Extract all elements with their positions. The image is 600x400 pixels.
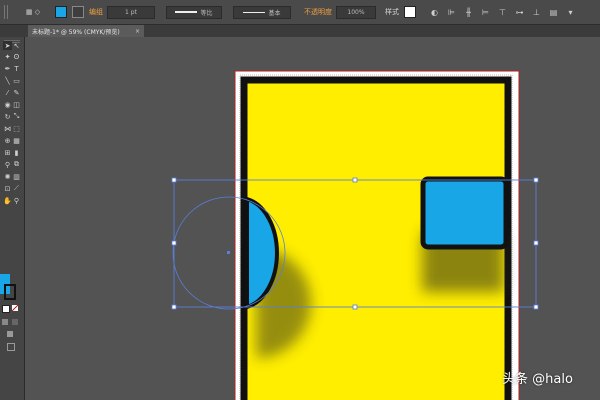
artboard-tool-icon[interactable]: ⊡	[3, 184, 12, 193]
panel-grip[interactable]	[4, 5, 10, 19]
more-options-icon[interactable]: ▾	[565, 7, 576, 18]
brush-definition-label: 基本	[268, 9, 281, 17]
eyedropper-tool-icon[interactable]: ⚲	[3, 160, 12, 169]
shape-builder-tool-icon[interactable]: ⊕	[3, 136, 12, 145]
stroke-profile-preview-icon	[175, 11, 198, 13]
none-color-icon[interactable]	[12, 305, 18, 311]
stroke-profile-label: 等比	[200, 9, 213, 17]
recolor-artwork-icon[interactable]: ◐	[429, 7, 440, 18]
selection-label[interactable]: 编组	[89, 6, 103, 18]
rotate-tool-icon[interactable]: ↻	[3, 112, 12, 121]
selection-tool-icon[interactable]: ➤	[3, 41, 12, 50]
center-point	[227, 251, 230, 254]
brush-preview-icon	[243, 11, 266, 13]
control-bar: ▦ ◇ 编组 1 pt 等比 基本 不透明度 100% 样式 ◐ ⊫ ╫ ⊨ ⊤…	[0, 0, 600, 25]
width-tool-icon[interactable]: ⋈	[3, 124, 12, 133]
zoom-tool-icon[interactable]: ⚲	[12, 196, 21, 205]
style-label: 样式	[385, 8, 399, 16]
column-graph-tool-icon[interactable]: ▥	[12, 172, 21, 181]
canvas-area[interactable]	[25, 37, 600, 400]
watermark: 头条 @halo	[502, 372, 573, 387]
line-tool-icon[interactable]: ╲	[3, 76, 12, 85]
gradient-tool-icon[interactable]: ▮	[12, 148, 21, 157]
slice-tool-icon[interactable]: ⟋	[12, 184, 21, 193]
blend-tool-icon[interactable]: ⧉	[12, 160, 21, 169]
document-tab-title: 未标题-1* @ 59% (CMYK/预览)	[32, 28, 120, 36]
document-tab-bar: 未标题-1* @ 59% (CMYK/预览) ×	[0, 25, 600, 37]
artwork-svg	[171, 70, 539, 400]
opacity-label[interactable]: 不透明度	[304, 6, 332, 18]
selection-type-label: ▦ ◇	[25, 8, 41, 16]
blue-rectangle[interactable]	[420, 176, 509, 250]
align-right-icon[interactable]: ⊨	[480, 7, 491, 18]
align-bottom-icon[interactable]: ⊥	[531, 7, 542, 18]
graphic-style-swatch[interactable]	[404, 6, 416, 18]
direct-selection-tool-icon[interactable]: ↖	[12, 41, 21, 50]
blob-brush-tool-icon[interactable]: ◉	[3, 100, 12, 109]
align-center-icon[interactable]: ╫	[463, 7, 474, 18]
eraser-tool-icon[interactable]: ◫	[12, 100, 21, 109]
brush-definition-dropdown[interactable]: 基本	[233, 5, 291, 19]
hand-tool-icon[interactable]: ✋	[3, 196, 12, 205]
pen-tool-icon[interactable]: ✒	[3, 64, 12, 73]
default-colors-icon[interactable]	[2, 305, 10, 313]
lasso-tool-icon[interactable]: ʘ	[12, 52, 21, 61]
align-middle-icon[interactable]: ⊶	[514, 7, 525, 18]
scale-tool-icon[interactable]: ⤡	[12, 112, 21, 121]
transform-icon[interactable]: ▤	[548, 7, 559, 18]
tools-panel: ➤ ↖ ✦ ʘ ✒ T ╲ ▭ ⁄ ✎ ◉ ◫ ↻ ⤡ ⋈ ⬚ ⊕ ▦ ⊞ ▮ …	[0, 37, 25, 400]
symbol-sprayer-tool-icon[interactable]: ✺	[3, 172, 12, 181]
perspective-grid-tool-icon[interactable]: ▦	[12, 136, 21, 145]
align-top-icon[interactable]: ⊤	[497, 7, 508, 18]
rectangle-tool-icon[interactable]: ▭	[12, 76, 21, 85]
opacity-dropdown[interactable]: 100%	[336, 5, 376, 19]
screen-mode-icon[interactable]	[7, 343, 15, 351]
stroke-color-icon[interactable]	[4, 284, 16, 300]
free-transform-tool-icon[interactable]: ⬚	[12, 124, 21, 133]
type-tool-icon[interactable]: T	[12, 64, 21, 73]
drawing-mode-icon[interactable]	[7, 331, 13, 337]
mesh-tool-icon[interactable]: ⊞	[3, 148, 12, 157]
magic-wand-tool-icon[interactable]: ✦	[3, 52, 12, 61]
pencil-tool-icon[interactable]: ✎	[12, 88, 21, 97]
color-mode-icon[interactable]	[2, 319, 8, 325]
document-tab[interactable]: 未标题-1* @ 59% (CMYK/预览) ×	[28, 25, 144, 37]
fill-color-swatch[interactable]	[55, 6, 67, 18]
close-icon[interactable]: ×	[135, 28, 140, 35]
align-left-icon[interactable]: ⊫	[446, 7, 457, 18]
gradient-mode-icon[interactable]	[12, 319, 18, 325]
stroke-weight-dropdown[interactable]: 1 pt	[107, 5, 155, 19]
stroke-color-swatch[interactable]	[72, 6, 84, 18]
paintbrush-tool-icon[interactable]: ⁄	[3, 88, 12, 97]
stroke-profile-dropdown[interactable]: 等比	[166, 5, 222, 19]
